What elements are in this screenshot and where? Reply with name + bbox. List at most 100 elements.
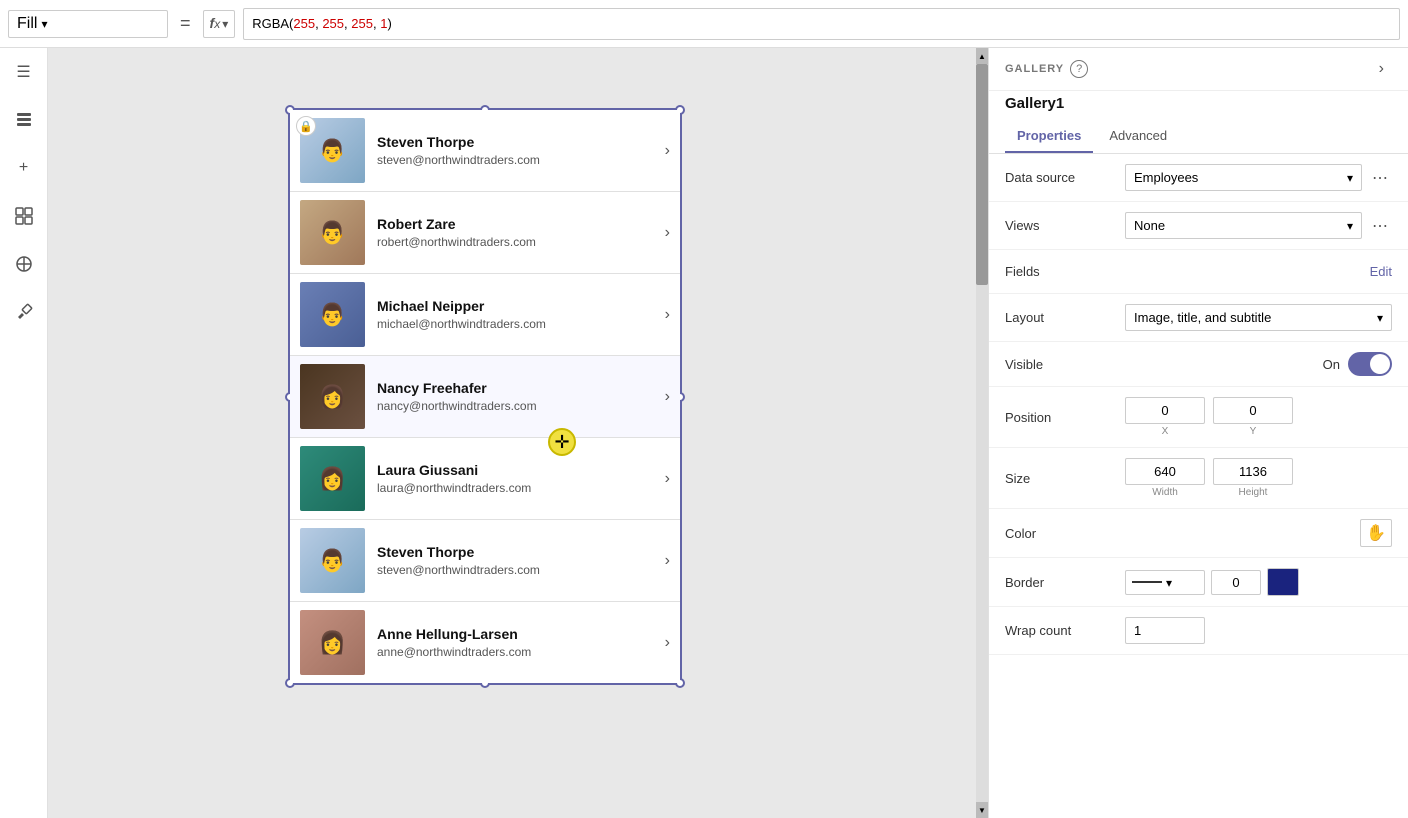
list-item[interactable]: 👩 Laura Giussani laura@northwindtraders.…	[290, 438, 680, 520]
item-email: steven@northwindtraders.com	[377, 563, 657, 577]
visible-row: Visible On	[989, 342, 1408, 387]
toolbar: Fill = fx RGBA(255, 255, 255, 1)	[0, 0, 1408, 48]
border-color-swatch[interactable]	[1267, 568, 1299, 596]
help-icon[interactable]: ?	[1070, 60, 1088, 78]
color-swatch[interactable]: ✋	[1360, 519, 1392, 547]
formula-g: 255	[322, 16, 344, 31]
item-arrow-icon	[665, 552, 670, 570]
list-item[interactable]: 🔒 👨 Steven Thorpe steven@northwindtrader…	[290, 110, 680, 192]
lock-icon: 🔒	[296, 116, 316, 136]
views-more-button[interactable]: ⋯	[1368, 214, 1392, 238]
fill-chevron-icon	[41, 15, 47, 33]
toggle-thumb	[1370, 354, 1390, 374]
size-height-input[interactable]	[1213, 458, 1293, 485]
fields-edit-link[interactable]: Edit	[1370, 264, 1392, 279]
data-source-chevron-icon	[1347, 170, 1353, 185]
scroll-down-button[interactable]: ▼	[976, 802, 988, 818]
position-value: X Y	[1125, 397, 1392, 437]
item-arrow-icon	[665, 224, 670, 242]
canvas-area[interactable]: ✛ 🔒 👨 Steven Thorpe steve	[48, 48, 988, 818]
position-x-label: X	[1162, 426, 1169, 437]
gallery-list: 🔒 👨 Steven Thorpe steven@northwindtrader…	[290, 110, 680, 683]
data-source-dropdown[interactable]: Employees	[1125, 164, 1362, 191]
wrap-count-label: Wrap count	[1005, 623, 1125, 638]
views-selected: None	[1134, 218, 1347, 233]
data-source-row: Data source Employees ⋯	[989, 154, 1408, 202]
wrap-count-input[interactable]	[1125, 617, 1205, 644]
border-style-chevron-icon	[1166, 575, 1172, 590]
views-dropdown[interactable]: None	[1125, 212, 1362, 239]
item-email: laura@northwindtraders.com	[377, 481, 657, 495]
list-item[interactable]: 👨 Robert Zare robert@northwindtraders.co…	[290, 192, 680, 274]
position-y-label: Y	[1250, 426, 1257, 437]
scroll-track[interactable]	[976, 64, 988, 802]
panel-tabs: Properties Advanced	[989, 120, 1408, 154]
gallery-name-label: Gallery1	[989, 91, 1408, 120]
size-height-label: Height	[1239, 487, 1268, 498]
fill-dropdown[interactable]: Fill	[8, 10, 168, 38]
sidebar-components-icon[interactable]	[8, 248, 40, 280]
layout-selected: Image, title, and subtitle	[1134, 310, 1377, 325]
border-value	[1125, 568, 1392, 596]
fx-button[interactable]: fx	[203, 10, 236, 38]
panel-section-label: GALLERY	[1005, 63, 1064, 75]
tab-advanced[interactable]: Advanced	[1097, 120, 1179, 153]
item-arrow-icon	[665, 470, 670, 488]
item-arrow-icon	[665, 634, 670, 652]
list-item[interactable]: 👩 Anne Hellung-Larsen anne@northwindtrad…	[290, 602, 680, 683]
item-email: steven@northwindtraders.com	[377, 153, 657, 167]
layout-label: Layout	[1005, 310, 1125, 325]
item-email: anne@northwindtraders.com	[377, 645, 657, 659]
views-label: Views	[1005, 218, 1125, 233]
list-item[interactable]: 👨 Michael Neipper michael@northwindtrade…	[290, 274, 680, 356]
left-sidebar: ☰ +	[0, 48, 48, 818]
formula-r: 255	[293, 16, 315, 31]
list-item[interactable]: 👨 Steven Thorpe steven@northwindtraders.…	[290, 520, 680, 602]
size-width-label: Width	[1152, 487, 1178, 498]
views-row: Views None ⋯	[989, 202, 1408, 250]
item-name: Steven Thorpe	[377, 134, 657, 150]
sidebar-add-icon[interactable]: +	[8, 152, 40, 184]
visible-toggle[interactable]	[1348, 352, 1392, 376]
sidebar-data-icon[interactable]	[8, 200, 40, 232]
sidebar-menu-icon[interactable]: ☰	[8, 56, 40, 88]
views-value: None ⋯	[1125, 212, 1392, 239]
canvas-scrollbar[interactable]: ▲ ▼	[976, 48, 988, 818]
size-width-input[interactable]	[1125, 458, 1205, 485]
wrap-count-row: Wrap count	[989, 607, 1408, 655]
visible-toggle-label: On	[1323, 357, 1340, 372]
main-area: ☰ + ✛	[0, 48, 1408, 818]
item-name: Michael Neipper	[377, 298, 657, 314]
fields-label: Fields	[1005, 264, 1125, 279]
color-label: Color	[1005, 526, 1125, 541]
position-x-input[interactable]	[1125, 397, 1205, 424]
formula-b: 255	[351, 16, 373, 31]
visible-value: On	[1125, 352, 1392, 376]
formula-bar[interactable]: RGBA(255, 255, 255, 1)	[243, 8, 1400, 40]
data-source-more-button[interactable]: ⋯	[1368, 166, 1392, 190]
fields-row: Fields Edit	[989, 250, 1408, 294]
item-name: Laura Giussani	[377, 462, 657, 478]
data-source-value: Employees ⋯	[1125, 164, 1392, 191]
item-email: nancy@northwindtraders.com	[377, 399, 657, 413]
list-item[interactable]: 👩 Nancy Freehafer nancy@northwindtraders…	[290, 356, 680, 438]
data-source-label: Data source	[1005, 170, 1125, 185]
panel-forward-button[interactable]: ›	[1379, 60, 1384, 78]
layout-dropdown[interactable]: Image, title, and subtitle	[1125, 304, 1392, 331]
tab-properties[interactable]: Properties	[1005, 120, 1093, 153]
fields-value: Edit	[1125, 264, 1392, 279]
data-source-selected: Employees	[1134, 170, 1347, 185]
sidebar-layers-icon[interactable]	[8, 104, 40, 136]
scroll-thumb[interactable]	[976, 64, 988, 285]
fill-label: Fill	[17, 15, 37, 33]
fx-chevron-icon	[222, 15, 228, 33]
border-style-dropdown[interactable]	[1125, 570, 1205, 595]
avatar: 👩	[300, 610, 365, 675]
position-y-input[interactable]	[1213, 397, 1293, 424]
sidebar-tools-icon[interactable]	[8, 296, 40, 328]
scroll-up-button[interactable]: ▲	[976, 48, 988, 64]
layout-value: Image, title, and subtitle	[1125, 304, 1392, 331]
item-arrow-icon	[665, 142, 670, 160]
border-width-input[interactable]	[1211, 570, 1261, 595]
item-arrow-icon	[665, 388, 670, 406]
